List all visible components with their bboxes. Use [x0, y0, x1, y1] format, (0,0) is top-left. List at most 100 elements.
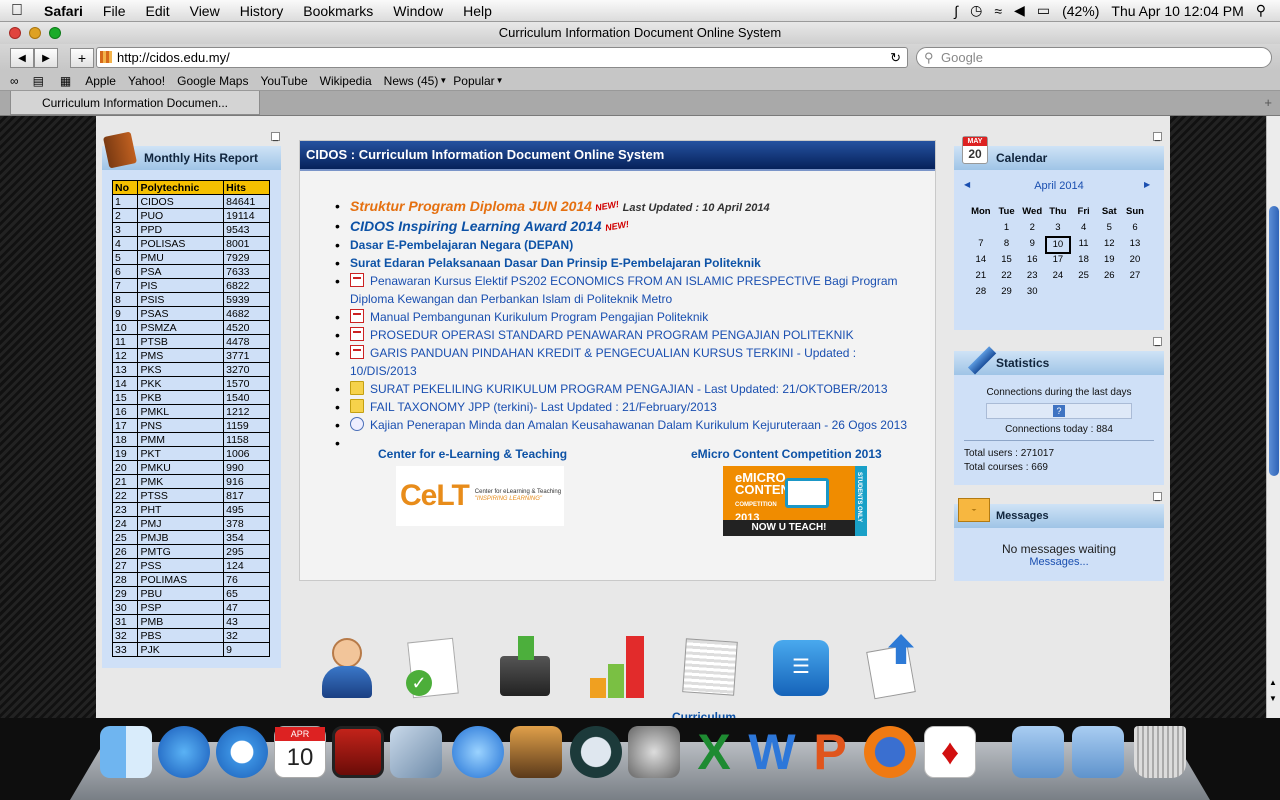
calendar-day[interactable]: 29	[994, 284, 1020, 300]
reading-list-icon[interactable]: ∞	[0, 74, 25, 88]
calendar-day[interactable]: 28	[968, 284, 994, 300]
bookmark-yahoo[interactable]: Yahoo!	[122, 74, 171, 88]
calendar-day[interactable]: 8	[994, 236, 1020, 252]
calendar-day[interactable]: 12	[1096, 236, 1122, 252]
minimize-window-icon[interactable]	[29, 27, 41, 39]
newspaper-icon[interactable]	[680, 634, 740, 700]
firefox-icon[interactable]	[864, 726, 916, 778]
calendar-day[interactable]: 9	[1019, 236, 1045, 252]
calendar-prev-icon[interactable]: ◀	[964, 180, 970, 189]
volume-icon[interactable]: ◀	[1014, 2, 1025, 19]
menu-view[interactable]: View	[180, 3, 230, 19]
calendar-day[interactable]: 14	[968, 252, 994, 268]
emicro-title[interactable]: eMicro Content Competition 2013	[691, 447, 882, 461]
menu-help[interactable]: Help	[453, 3, 502, 19]
address-bar[interactable]: http://cidos.edu.my/ ↻	[96, 47, 908, 68]
powerpoint-icon[interactable]: P	[804, 726, 856, 778]
news-link[interactable]: FAIL TAXONOMY JPP (terkini)- Last Update…	[370, 400, 717, 414]
calendar-day[interactable]: 3	[1045, 220, 1071, 236]
scroll-up-icon[interactable]: ▲	[1269, 678, 1277, 687]
bookmark-youtube[interactable]: YouTube	[254, 74, 313, 88]
calendar-day[interactable]: 17	[1045, 252, 1071, 268]
app-store-icon[interactable]	[158, 726, 210, 778]
calendar-day[interactable]: 19	[1096, 252, 1122, 268]
curriculum-label[interactable]: Curriculum	[672, 710, 736, 718]
calendar-day[interactable]: 11	[1071, 236, 1097, 252]
close-window-icon[interactable]	[9, 27, 21, 39]
ical-icon[interactable]: APR 10	[274, 726, 326, 778]
reload-icon[interactable]: ↻	[890, 48, 901, 67]
page-scrollbar[interactable]: ▲ ▼	[1266, 116, 1280, 718]
calendar-day[interactable]: 7	[968, 236, 994, 252]
calendar-day[interactable]: 20	[1122, 252, 1148, 268]
upload-document-icon[interactable]	[860, 634, 920, 700]
forward-button[interactable]: ▶	[34, 48, 58, 68]
apple-menu-icon[interactable]: 	[0, 2, 34, 20]
checklist-icon[interactable]: ☰	[771, 634, 831, 700]
calendar-collapse-button[interactable]: _	[1153, 132, 1162, 141]
system-preferences-icon[interactable]	[628, 726, 680, 778]
news-link[interactable]: Kajian Penerapan Minda dan Amalan Keusah…	[370, 418, 907, 432]
calendar-day[interactable]: 16	[1019, 252, 1045, 268]
new-tab-icon[interactable]: +	[1264, 95, 1272, 110]
celt-title[interactable]: Center for e-Learning & Teaching	[378, 447, 567, 461]
calendar-day[interactable]: 18	[1071, 252, 1097, 268]
word-icon[interactable]: W	[746, 726, 798, 778]
edit-document-icon[interactable]: ✓	[404, 634, 464, 700]
bookmark-popular[interactable]: Popular	[447, 74, 500, 88]
tab-current[interactable]: Curriculum Information Documen...	[10, 91, 260, 115]
calendar-day[interactable]: 2	[1019, 220, 1045, 236]
menubar-clock[interactable]: Thu Apr 10 12:04 PM	[1111, 3, 1243, 19]
menu-edit[interactable]: Edit	[135, 3, 179, 19]
menu-app-name[interactable]: Safari	[34, 3, 93, 19]
battery-icon[interactable]: ▭	[1037, 2, 1050, 19]
calendar-day[interactable]: 1	[994, 220, 1020, 236]
time-machine-icon[interactable]: ◷	[970, 2, 982, 19]
news-link[interactable]: Penawaran Kursus Elektif PS202 ECONOMICS…	[350, 274, 898, 306]
wifi-icon[interactable]: ≈	[994, 3, 1002, 19]
top-sites-grid-icon[interactable]: ▦	[52, 74, 79, 88]
emicro-banner[interactable]: eMICRO CONTENT COMPETITION 2013 STUDENTS…	[723, 466, 867, 536]
calendar-day[interactable]: 5	[1096, 220, 1122, 236]
calendar-next-icon[interactable]: ▶	[1144, 180, 1150, 189]
finder-icon[interactable]	[100, 726, 152, 778]
add-bookmark-button[interactable]: +	[70, 48, 94, 68]
news-link[interactable]: Dasar E-Pembelajaran Negara (DEPAN)	[350, 238, 573, 252]
applications-folder-icon[interactable]	[1012, 726, 1064, 778]
hits-collapse-button[interactable]: _	[271, 132, 280, 141]
zoom-window-icon[interactable]	[49, 27, 61, 39]
archive-box-icon[interactable]	[496, 634, 556, 700]
back-button[interactable]: ◀	[10, 48, 34, 68]
news-link[interactable]: SURAT PEKELILING KURIKULUM PROGRAM PENGA…	[370, 382, 888, 396]
safari-icon[interactable]	[216, 726, 268, 778]
bookmark-news[interactable]: News (45)	[378, 74, 445, 88]
news-link[interactable]: Manual Pembangunan Kurikulum Program Pen…	[370, 310, 708, 324]
news-link[interactable]: Struktur Program Diploma JUN 2014	[350, 198, 592, 214]
menu-window[interactable]: Window	[383, 3, 453, 19]
calendar-day[interactable]: 26	[1096, 268, 1122, 284]
calendar-day[interactable]: 4	[1071, 220, 1097, 236]
bookmark-apple[interactable]: Apple	[79, 74, 122, 88]
itunes-icon[interactable]	[452, 726, 504, 778]
stats-collapse-button[interactable]: _	[1153, 337, 1162, 346]
news-link[interactable]: GARIS PANDUAN PINDAHAN KREDIT & PENGECUA…	[350, 346, 856, 378]
news-link[interactable]: Surat Edaran Pelaksanaan Dasar Dan Prins…	[350, 256, 761, 270]
calendar-day[interactable]: 24	[1045, 268, 1071, 284]
excel-icon[interactable]: X	[688, 726, 740, 778]
bookmarks-book-icon[interactable]: ▤	[25, 74, 52, 88]
calendar-day[interactable]: 23	[1019, 268, 1045, 284]
search-field[interactable]: ⚲ Google	[916, 47, 1272, 68]
messages-collapse-button[interactable]: _	[1153, 492, 1162, 501]
menu-bookmarks[interactable]: Bookmarks	[293, 3, 383, 19]
spotlight-icon[interactable]: ⚲	[1256, 2, 1266, 19]
user-profile-icon[interactable]	[318, 634, 378, 700]
preview-icon[interactable]	[390, 726, 442, 778]
calendar-day[interactable]: 30	[1019, 284, 1045, 300]
calendar-day[interactable]: 13	[1122, 236, 1148, 252]
calendar-day[interactable]: 27	[1122, 268, 1148, 284]
photo-booth-icon[interactable]	[332, 726, 384, 778]
menu-file[interactable]: File	[93, 3, 136, 19]
adobe-reader-icon[interactable]: ♦	[924, 726, 976, 778]
documents-folder-icon[interactable]	[1072, 726, 1124, 778]
calendar-day[interactable]: 6	[1122, 220, 1148, 236]
